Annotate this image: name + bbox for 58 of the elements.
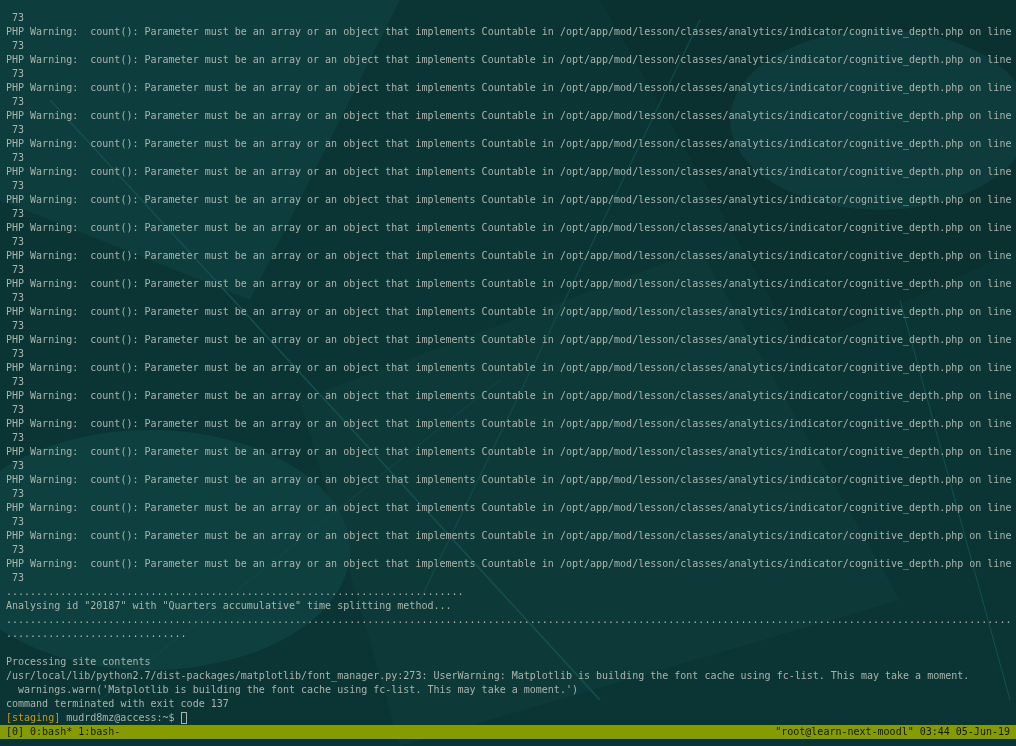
output-line: PHP Warning: count(): Parameter must be an array or an object that implements Countable in /opt/app/mod/lesson/classes/analytics/indicator/cognitive_depth.php on line (6, 193, 1012, 207)
output-line: 73 (11, 319, 25, 333)
output-line: PHP Warning: count(): Parameter must be an array or an object that implements Countable in /opt/app/mod/lesson/classes/analytics/indicator/cognitive_depth.php on line (6, 445, 1012, 459)
output-line: 73 (11, 347, 25, 361)
output-line: ....................................................................................................................................................................... (6, 613, 1012, 627)
window-tab[interactable]: 1:bash- (78, 725, 121, 739)
output-line: PHP Warning: count(): Parameter must be an array or an object that implements Countable in /opt/app/mod/lesson/classes/analytics/indicator/cognitive_depth.php on line (6, 25, 1012, 39)
output-line: PHP Warning: count(): Parameter must be an array or an object that implements Countable in /opt/app/mod/lesson/classes/analytics/indicator/cognitive_depth.php on line (6, 389, 1012, 403)
output-line: 73 (11, 291, 25, 305)
output-line: PHP Warning: count(): Parameter must be an array or an object that implements Countable in /opt/app/mod/lesson/classes/analytics/indicator/cognitive_depth.php on line (6, 277, 1012, 291)
output-line: PHP Warning: count(): Parameter must be an array or an object that implements Countable in /opt/app/mod/lesson/classes/analytics/indicator/cognitive_depth.php on line (6, 333, 1012, 347)
output-line: .............................. (6, 627, 187, 641)
output-line: PHP Warning: count(): Parameter must be an array or an object that implements Countable in /opt/app/mod/lesson/classes/analytics/indicator/cognitive_depth.php on line (6, 221, 1012, 235)
output-line: PHP Warning: count(): Parameter must be an array or an object that implements Countable in /opt/app/mod/lesson/classes/analytics/indicator/cognitive_depth.php on line (6, 53, 1012, 67)
output-line: 73 (11, 235, 25, 249)
output-line: 73 (11, 263, 25, 277)
output-line: 73 (11, 95, 25, 109)
output-line: PHP Warning: count(): Parameter must be an array or an object that implements Countable in /opt/app/mod/lesson/classes/analytics/indicator/cognitive_depth.php on line (6, 473, 1012, 487)
output-line: 73 (11, 487, 25, 501)
output-line: ............................................................................ (6, 585, 464, 599)
output-line: 73 (11, 39, 25, 53)
window-tab[interactable]: 0:bash* (30, 725, 73, 739)
output-line: Processing site contents (6, 655, 151, 669)
output-line: PHP Warning: count(): Parameter must be an array or an object that implements Countable in /opt/app/mod/lesson/classes/analytics/indicator/cognitive_depth.php on line (6, 361, 1012, 375)
output-line: 73 (11, 515, 25, 529)
output-line: PHP Warning: count(): Parameter must be an array or an object that implements Countable in /opt/app/mod/lesson/classes/analytics/indicator/cognitive_depth.php on line (6, 109, 1012, 123)
output-line: 73 (11, 571, 25, 585)
output-line: 73 (11, 179, 25, 193)
output-line: 73 (11, 123, 25, 137)
output-line: 73 (11, 207, 25, 221)
output-line: 73 (11, 67, 25, 81)
prompt-tag: [staging] (6, 711, 61, 725)
output-line: 73 (11, 375, 25, 389)
output-line: command terminated with exit code 137 (6, 697, 229, 711)
session-label: [0] (6, 725, 25, 739)
shell-prompt: mudrd8mz@access:~$ (66, 711, 175, 725)
clock-time: 03:44 (919, 725, 950, 739)
cursor (180, 712, 187, 724)
output-line: Analysing id "20187" with "Quarters accumulative" time splitting method... (6, 599, 452, 613)
output-line: PHP Warning: count(): Parameter must be an array or an object that implements Countable in /opt/app/mod/lesson/classes/analytics/indicator/cognitive_depth.php on line (6, 81, 1012, 95)
pane-title: "root@learn-next-moodl" (775, 725, 914, 739)
output-line: PHP Warning: count(): Parameter must be an array or an object that implements Countable in /opt/app/mod/lesson/classes/analytics/indicator/cognitive_depth.php on line (6, 137, 1012, 151)
output-line: 73 (11, 543, 25, 557)
clock-date: 05-Jun-19 (955, 725, 1010, 739)
output-line: 73 (11, 459, 25, 473)
output-line: PHP Warning: count(): Parameter must be an array or an object that implements Countable in /opt/app/mod/lesson/classes/analytics/indicator/cognitive_depth.php on line (6, 557, 1012, 571)
output-line: warnings.warn('Matplotlib is building the font cache using fc-list. This may take a moment.') (17, 683, 578, 697)
output-line: 73 (11, 403, 25, 417)
output-line: PHP Warning: count(): Parameter must be an array or an object that implements Countable in /opt/app/mod/lesson/classes/analytics/indicator/cognitive_depth.php on line (6, 249, 1012, 263)
output-line: PHP Warning: count(): Parameter must be an array or an object that implements Countable in /opt/app/mod/lesson/classes/analytics/indicator/cognitive_depth.php on line (6, 305, 1012, 319)
output-line: PHP Warning: count(): Parameter must be an array or an object that implements Countable in /opt/app/mod/lesson/classes/analytics/indicator/cognitive_depth.php on line (6, 165, 1012, 179)
output-line: PHP Warning: count(): Parameter must be an array or an object that implements Countable in /opt/app/mod/lesson/classes/analytics/indicator/cognitive_depth.php on line (6, 501, 1012, 515)
output-line: 73 (11, 431, 25, 445)
output-line: PHP Warning: count(): Parameter must be an array or an object that implements Countable in /opt/app/mod/lesson/classes/analytics/indicator/cognitive_depth.php on line (6, 529, 1012, 543)
output-line: 73 (11, 11, 25, 25)
output-line: PHP Warning: count(): Parameter must be an array or an object that implements Countable in /opt/app/mod/lesson/classes/analytics/indicator/cognitive_depth.php on line (6, 417, 1012, 431)
output-line: 73 (11, 151, 25, 165)
output-line: /usr/local/lib/python2.7/dist-packages/matplotlib/font_manager.py:273: UserWarning: Matplotlib is building the font cache using fc-list. This may take a moment. (6, 669, 970, 683)
